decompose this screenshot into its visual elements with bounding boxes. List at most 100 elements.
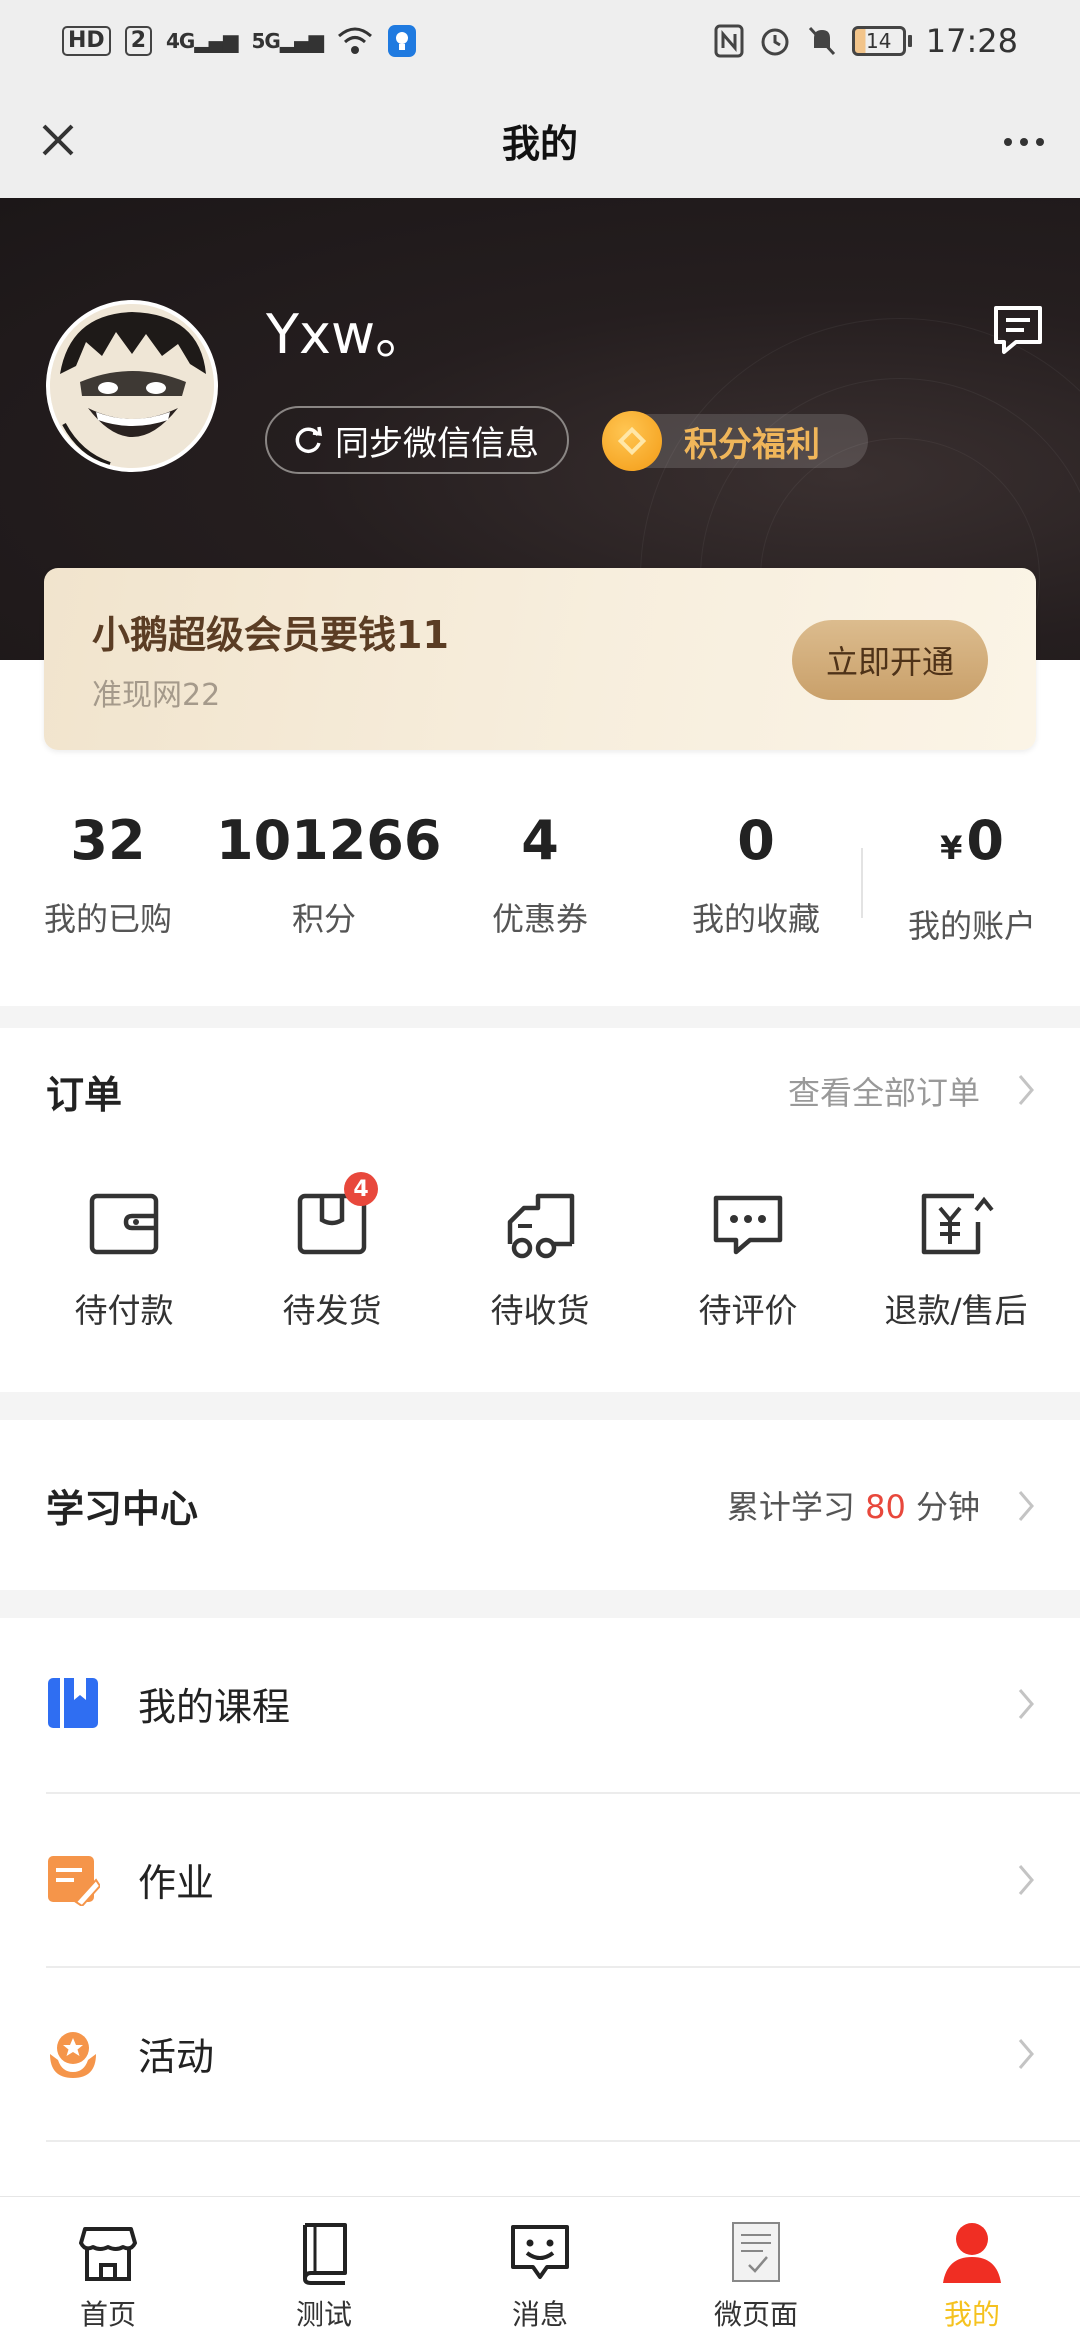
stat-divider (861, 848, 863, 918)
page-icon (732, 2222, 780, 2282)
signal-5g-label: 5G (251, 29, 281, 53)
message-icon (511, 2225, 569, 2279)
refund-icon (918, 1186, 994, 1262)
orders-header: 订单 查看全部订单 (0, 1028, 1080, 1148)
nfc-icon (714, 24, 744, 58)
order-label: 待收货 (490, 1291, 590, 1330)
chevron-right-icon (1018, 1689, 1034, 1719)
section-gap (0, 1006, 1080, 1028)
homework-icon (48, 1856, 100, 1906)
status-left: HD 2 4G▂▄▆ 5G▂▄▆ (62, 24, 417, 58)
stat-value: 101266 (216, 809, 442, 872)
tab-label: 我的 (943, 2298, 1000, 2331)
bottom-tab-bar: 首页 测试 消息 微页面 我的 (0, 2196, 1080, 2340)
status-time: 17:28 (925, 22, 1018, 60)
menu-item-label: 作业 (138, 1861, 215, 1905)
home-icon (79, 2227, 137, 2281)
page-title: 我的 (501, 121, 578, 166)
order-pending-payment[interactable]: 待付款 (20, 1186, 228, 1332)
signal-5g-icon: 5G▂▄▆ (251, 29, 324, 53)
coin-diamond (617, 426, 647, 456)
menu-item-activities[interactable]: 活动 (0, 1968, 1080, 2142)
order-pending-receipt[interactable]: 待收货 (436, 1186, 644, 1332)
sim-indicator: 2 (124, 26, 152, 56)
menu-item-my-courses[interactable]: 我的课程 (0, 1618, 1080, 1792)
signal-4g-label: 4G (166, 29, 195, 53)
currency-symbol: ¥ (940, 829, 963, 867)
stat-label: 优惠券 (491, 900, 588, 938)
stat-label: 我的收藏 (691, 900, 820, 938)
study-time: 累计学习 80 分钟 (727, 1482, 980, 1528)
view-all-orders-link[interactable]: 查看全部订单 (788, 1068, 980, 1114)
tab-test[interactable]: 测试 (216, 2197, 432, 2340)
order-refund[interactable]: 退款/售后 (852, 1186, 1060, 1332)
course-icon (48, 1678, 98, 1728)
stat-value: ¥0 (864, 806, 1080, 883)
username: Yxw。 (266, 303, 430, 366)
stat-favorites[interactable]: 0 我的收藏 (648, 806, 864, 940)
order-pending-shipment[interactable]: 4 待发货 (228, 1172, 436, 1332)
comment-icon (710, 1186, 786, 1262)
study-center-title: 学习中心 (46, 1487, 199, 1531)
wifi-icon (338, 27, 372, 54)
menu-item-homework[interactable]: 作业 (0, 1794, 1080, 1968)
tab-mine[interactable]: 我的 (864, 2197, 1080, 2340)
study-minutes: 80 (865, 1488, 906, 1526)
order-pending-review[interactable]: 待评价 (644, 1186, 852, 1332)
study-time-suffix: 分钟 (915, 1488, 980, 1526)
stat-label: 我的已购 (43, 900, 172, 938)
more-icon[interactable] (994, 110, 1054, 170)
shield-app-icon (388, 25, 416, 57)
vip-card[interactable]: 小鹅超级会员要钱11 准现网22 立即开通 (44, 568, 1036, 750)
points-welfare-label: 积分福利 (684, 424, 820, 465)
activate-vip-button[interactable]: 立即开通 (792, 620, 988, 700)
refresh-icon (295, 426, 323, 453)
stat-account[interactable]: ¥0 我的账户 (864, 806, 1080, 947)
status-right: 14 17:28 (714, 22, 1018, 60)
chat-icon[interactable] (986, 298, 1050, 362)
menu-item-label: 我的课程 (138, 1685, 291, 1729)
sync-wechat-label: 同步微信信息 (335, 423, 539, 464)
study-center-row[interactable]: 学习中心 累计学习 80 分钟 (0, 1420, 1080, 1590)
tab-micro-page[interactable]: 微页面 (648, 2197, 864, 2340)
divider (46, 2140, 1080, 2142)
coin-icon (602, 411, 662, 471)
battery-indicator: 14 (851, 26, 912, 56)
chevron-right-icon (1018, 2039, 1034, 2069)
tab-label: 微页面 (713, 2298, 798, 2331)
stats-row: 32 我的已购 101266 积分 4 优惠券 0 我的收藏 ¥0 我的账户 (0, 806, 1080, 946)
stat-value: 32 (70, 809, 146, 872)
stat-label: 积分 (291, 900, 356, 938)
stat-coupons[interactable]: 4 优惠券 (432, 806, 648, 940)
points-welfare-button[interactable]: 积分福利 (602, 411, 868, 471)
orders-title: 订单 (46, 1073, 123, 1117)
menu-item-label: 活动 (138, 2035, 215, 2079)
chevron-right-icon (1018, 1865, 1034, 1895)
tab-messages[interactable]: 消息 (432, 2197, 648, 2340)
book-icon (303, 2223, 347, 2285)
order-label: 待发货 (282, 1291, 382, 1330)
order-label: 待评价 (698, 1291, 798, 1330)
section-gap (0, 1590, 1080, 1618)
stat-purchased[interactable]: 32 我的已购 (0, 806, 216, 940)
stat-value: 0 (737, 809, 775, 872)
chevron-right-icon[interactable] (1012, 1486, 1040, 1526)
tab-label: 首页 (79, 2298, 136, 2331)
order-label: 待付款 (74, 1291, 174, 1330)
chevron-right-icon[interactable] (1012, 1070, 1040, 1110)
sync-wechat-button[interactable]: 同步微信信息 (265, 406, 569, 474)
user-icon (943, 2223, 1001, 2283)
wallet-icon (86, 1186, 162, 1262)
avatar[interactable] (46, 300, 218, 472)
signal-4g-icon: 4G▂▄▆ (166, 29, 238, 53)
order-label: 退款/售后 (884, 1291, 1028, 1330)
order-status-row: 待付款 4 待发货 待收货 待评价 退款/售后 (0, 1172, 1080, 1346)
nav-bar: 我的 (0, 82, 1080, 198)
vip-title: 小鹅超级会员要钱11 (92, 613, 449, 657)
tab-home[interactable]: 首页 (0, 2197, 216, 2340)
close-icon[interactable] (28, 110, 88, 170)
status-bar: HD 2 4G▂▄▆ 5G▂▄▆ 14 17:28 (0, 0, 1080, 82)
stat-points[interactable]: 101266 积分 (216, 806, 442, 940)
order-badge: 4 (344, 1172, 378, 1206)
section-gap (0, 1392, 1080, 1420)
